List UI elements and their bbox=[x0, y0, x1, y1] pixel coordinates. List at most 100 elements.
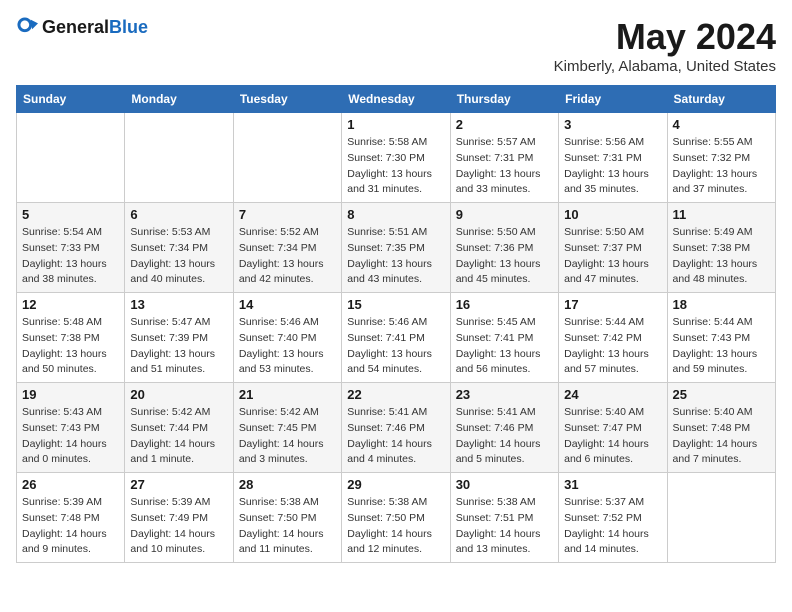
day-number: 4 bbox=[673, 117, 770, 132]
sunrise-text: Sunrise: 5:45 AM bbox=[456, 316, 536, 328]
calendar-cell: 7 Sunrise: 5:52 AM Sunset: 7:34 PM Dayli… bbox=[233, 203, 341, 293]
calendar-cell: 13 Sunrise: 5:47 AM Sunset: 7:39 PM Dayl… bbox=[125, 293, 233, 383]
sunset-text: Sunset: 7:37 PM bbox=[564, 242, 642, 254]
day-info: Sunrise: 5:44 AM Sunset: 7:43 PM Dayligh… bbox=[673, 315, 770, 378]
daylight-text: Daylight: 14 hours and 6 minutes. bbox=[564, 438, 649, 466]
sunrise-text: Sunrise: 5:42 AM bbox=[130, 406, 210, 418]
calendar-cell: 27 Sunrise: 5:39 AM Sunset: 7:49 PM Dayl… bbox=[125, 473, 233, 563]
day-number: 2 bbox=[456, 117, 553, 132]
day-info: Sunrise: 5:41 AM Sunset: 7:46 PM Dayligh… bbox=[347, 405, 444, 468]
day-info: Sunrise: 5:42 AM Sunset: 7:44 PM Dayligh… bbox=[130, 405, 227, 468]
daylight-text: Daylight: 13 hours and 53 minutes. bbox=[239, 348, 324, 376]
sunset-text: Sunset: 7:47 PM bbox=[564, 422, 642, 434]
logo: GeneralBlue bbox=[16, 16, 148, 38]
sunrise-text: Sunrise: 5:42 AM bbox=[239, 406, 319, 418]
sunrise-text: Sunrise: 5:41 AM bbox=[456, 406, 536, 418]
day-number: 26 bbox=[22, 477, 119, 492]
daylight-text: Daylight: 13 hours and 45 minutes. bbox=[456, 258, 541, 286]
day-number: 18 bbox=[673, 297, 770, 312]
day-number: 15 bbox=[347, 297, 444, 312]
calendar-cell: 21 Sunrise: 5:42 AM Sunset: 7:45 PM Dayl… bbox=[233, 383, 341, 473]
calendar-cell: 20 Sunrise: 5:42 AM Sunset: 7:44 PM Dayl… bbox=[125, 383, 233, 473]
calendar-cell: 24 Sunrise: 5:40 AM Sunset: 7:47 PM Dayl… bbox=[559, 383, 667, 473]
week-row-5: 26 Sunrise: 5:39 AM Sunset: 7:48 PM Dayl… bbox=[17, 473, 776, 563]
sunset-text: Sunset: 7:49 PM bbox=[130, 512, 208, 524]
week-row-1: 1 Sunrise: 5:58 AM Sunset: 7:30 PM Dayli… bbox=[17, 113, 776, 203]
day-number: 3 bbox=[564, 117, 661, 132]
sunrise-text: Sunrise: 5:38 AM bbox=[239, 496, 319, 508]
week-row-4: 19 Sunrise: 5:43 AM Sunset: 7:43 PM Dayl… bbox=[17, 383, 776, 473]
sunset-text: Sunset: 7:34 PM bbox=[130, 242, 208, 254]
sunrise-text: Sunrise: 5:46 AM bbox=[347, 316, 427, 328]
sunset-text: Sunset: 7:31 PM bbox=[564, 152, 642, 164]
day-info: Sunrise: 5:56 AM Sunset: 7:31 PM Dayligh… bbox=[564, 135, 661, 198]
logo-text-general: General bbox=[42, 17, 109, 37]
sunrise-text: Sunrise: 5:40 AM bbox=[564, 406, 644, 418]
daylight-text: Daylight: 14 hours and 1 minute. bbox=[130, 438, 215, 466]
calendar-cell: 8 Sunrise: 5:51 AM Sunset: 7:35 PM Dayli… bbox=[342, 203, 450, 293]
daylight-text: Daylight: 13 hours and 50 minutes. bbox=[22, 348, 107, 376]
sunrise-text: Sunrise: 5:51 AM bbox=[347, 226, 427, 238]
sunset-text: Sunset: 7:46 PM bbox=[347, 422, 425, 434]
day-info: Sunrise: 5:39 AM Sunset: 7:48 PM Dayligh… bbox=[22, 495, 119, 558]
day-info: Sunrise: 5:51 AM Sunset: 7:35 PM Dayligh… bbox=[347, 225, 444, 288]
day-number: 9 bbox=[456, 207, 553, 222]
day-number: 19 bbox=[22, 387, 119, 402]
daylight-text: Daylight: 14 hours and 9 minutes. bbox=[22, 528, 107, 556]
sunset-text: Sunset: 7:40 PM bbox=[239, 332, 317, 344]
month-year-title: May 2024 bbox=[554, 16, 776, 58]
daylight-text: Daylight: 14 hours and 4 minutes. bbox=[347, 438, 432, 466]
sunrise-text: Sunrise: 5:56 AM bbox=[564, 136, 644, 148]
day-info: Sunrise: 5:40 AM Sunset: 7:48 PM Dayligh… bbox=[673, 405, 770, 468]
daylight-text: Daylight: 13 hours and 31 minutes. bbox=[347, 168, 432, 196]
daylight-text: Daylight: 13 hours and 38 minutes. bbox=[22, 258, 107, 286]
sunset-text: Sunset: 7:41 PM bbox=[456, 332, 534, 344]
day-number: 14 bbox=[239, 297, 336, 312]
day-info: Sunrise: 5:55 AM Sunset: 7:32 PM Dayligh… bbox=[673, 135, 770, 198]
day-info: Sunrise: 5:53 AM Sunset: 7:34 PM Dayligh… bbox=[130, 225, 227, 288]
col-header-monday: Monday bbox=[125, 86, 233, 113]
calendar-cell bbox=[125, 113, 233, 203]
sunset-text: Sunset: 7:33 PM bbox=[22, 242, 100, 254]
calendar-cell: 4 Sunrise: 5:55 AM Sunset: 7:32 PM Dayli… bbox=[667, 113, 775, 203]
day-info: Sunrise: 5:58 AM Sunset: 7:30 PM Dayligh… bbox=[347, 135, 444, 198]
sunset-text: Sunset: 7:34 PM bbox=[239, 242, 317, 254]
day-number: 20 bbox=[130, 387, 227, 402]
day-number: 16 bbox=[456, 297, 553, 312]
week-row-3: 12 Sunrise: 5:48 AM Sunset: 7:38 PM Dayl… bbox=[17, 293, 776, 383]
calendar-cell: 31 Sunrise: 5:37 AM Sunset: 7:52 PM Dayl… bbox=[559, 473, 667, 563]
day-number: 17 bbox=[564, 297, 661, 312]
day-info: Sunrise: 5:38 AM Sunset: 7:50 PM Dayligh… bbox=[347, 495, 444, 558]
col-header-wednesday: Wednesday bbox=[342, 86, 450, 113]
sunset-text: Sunset: 7:31 PM bbox=[456, 152, 534, 164]
daylight-text: Daylight: 13 hours and 51 minutes. bbox=[130, 348, 215, 376]
day-info: Sunrise: 5:49 AM Sunset: 7:38 PM Dayligh… bbox=[673, 225, 770, 288]
sunset-text: Sunset: 7:43 PM bbox=[673, 332, 751, 344]
sunset-text: Sunset: 7:38 PM bbox=[673, 242, 751, 254]
sunrise-text: Sunrise: 5:44 AM bbox=[673, 316, 753, 328]
sunrise-text: Sunrise: 5:43 AM bbox=[22, 406, 102, 418]
sunrise-text: Sunrise: 5:55 AM bbox=[673, 136, 753, 148]
calendar-cell: 18 Sunrise: 5:44 AM Sunset: 7:43 PM Dayl… bbox=[667, 293, 775, 383]
daylight-text: Daylight: 13 hours and 59 minutes. bbox=[673, 348, 758, 376]
sunrise-text: Sunrise: 5:47 AM bbox=[130, 316, 210, 328]
daylight-text: Daylight: 14 hours and 10 minutes. bbox=[130, 528, 215, 556]
sunrise-text: Sunrise: 5:39 AM bbox=[130, 496, 210, 508]
daylight-text: Daylight: 13 hours and 35 minutes. bbox=[564, 168, 649, 196]
day-info: Sunrise: 5:38 AM Sunset: 7:50 PM Dayligh… bbox=[239, 495, 336, 558]
day-number: 30 bbox=[456, 477, 553, 492]
sunrise-text: Sunrise: 5:48 AM bbox=[22, 316, 102, 328]
daylight-text: Daylight: 13 hours and 40 minutes. bbox=[130, 258, 215, 286]
sunrise-text: Sunrise: 5:54 AM bbox=[22, 226, 102, 238]
sunrise-text: Sunrise: 5:40 AM bbox=[673, 406, 753, 418]
calendar-cell: 25 Sunrise: 5:40 AM Sunset: 7:48 PM Dayl… bbox=[667, 383, 775, 473]
sunset-text: Sunset: 7:30 PM bbox=[347, 152, 425, 164]
daylight-text: Daylight: 14 hours and 7 minutes. bbox=[673, 438, 758, 466]
sunrise-text: Sunrise: 5:50 AM bbox=[456, 226, 536, 238]
calendar-cell: 28 Sunrise: 5:38 AM Sunset: 7:50 PM Dayl… bbox=[233, 473, 341, 563]
sunset-text: Sunset: 7:32 PM bbox=[673, 152, 751, 164]
daylight-text: Daylight: 13 hours and 37 minutes. bbox=[673, 168, 758, 196]
day-number: 23 bbox=[456, 387, 553, 402]
day-number: 27 bbox=[130, 477, 227, 492]
calendar-table: Sunday Monday Tuesday Wednesday Thursday… bbox=[16, 85, 776, 563]
